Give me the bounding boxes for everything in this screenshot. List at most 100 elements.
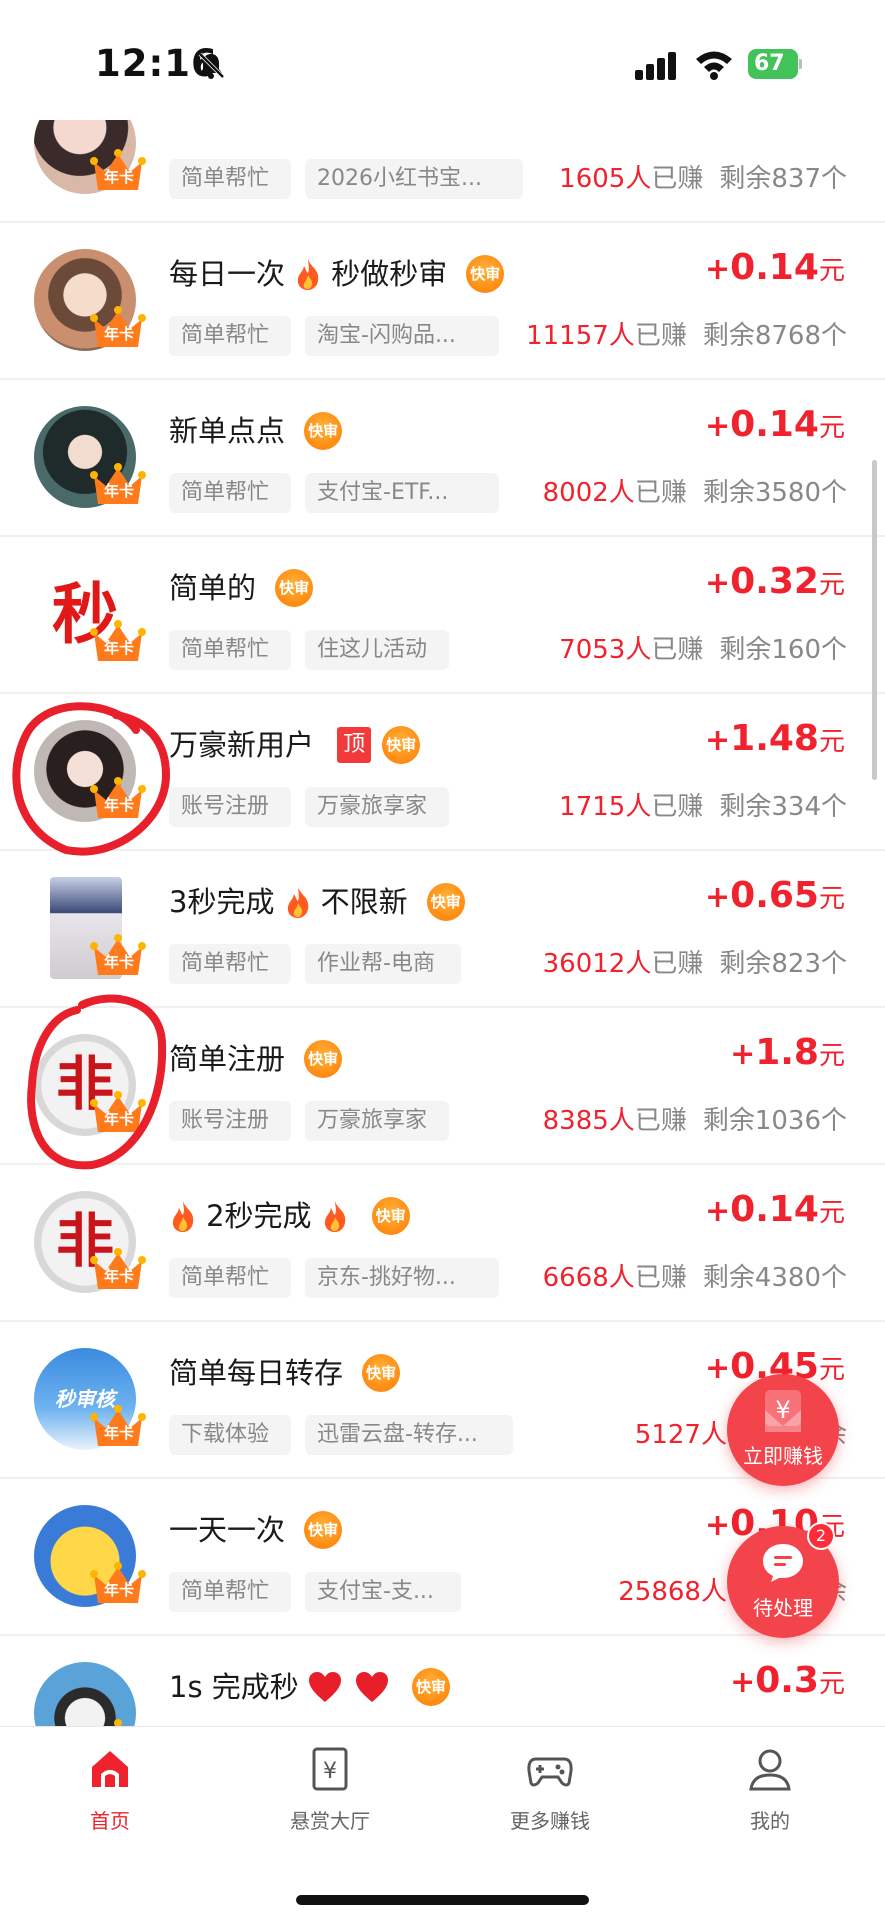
task-reward: +0.14元 (705, 247, 845, 288)
crown-icon: 年卡 (90, 148, 146, 194)
participant-count: 6668人 (542, 1263, 635, 1293)
task-title-line: 简单注册 快审 (169, 1036, 343, 1082)
pinned-badge: 顶 (337, 727, 372, 763)
reward-amount: 0.14 (730, 1189, 819, 1230)
task-row[interactable]: 非 年卡 简单注册 快审 +1.8元 账号注册 万豪旅享家 8385人已赚 剩余1… (0, 1008, 885, 1165)
reward-unit: 元 (818, 1198, 845, 1228)
task-row[interactable]: 年卡 1s 完成秒 快审 +0.3元 (0, 1636, 885, 1726)
fast-review-badge: 快审 (426, 883, 465, 921)
crown-label: 年卡 (103, 1424, 134, 1442)
reward-plus: + (705, 409, 731, 444)
task-title: 2秒完成 (206, 1199, 312, 1233)
task-title: 简单的 (169, 571, 257, 605)
tab-reward-hall[interactable]: ¥ 悬赏大厅 (240, 1745, 420, 1855)
task-title-suffix: 秒做秒审 (331, 257, 448, 291)
remaining-count: 剩余8768个 (702, 321, 847, 351)
fast-review-badge: 快审 (371, 1197, 410, 1235)
task-source-tag: 淘宝-闪购品... (305, 316, 499, 356)
task-title-line: 简单每日转存 快审 (169, 1350, 401, 1396)
task-title-line: 3秒完成 不限新 快审 (169, 879, 465, 925)
pending-label: 待处理 (753, 1596, 813, 1620)
crown-label: 年卡 (103, 953, 134, 971)
gamepad-icon (527, 1757, 573, 1787)
battery-tip (799, 59, 802, 69)
fire-icon (324, 1201, 345, 1232)
pending-button[interactable]: 2 待处理 (727, 1522, 839, 1638)
participant-count: 5127人 (634, 1420, 727, 1450)
participant-count: 1605人 (559, 164, 652, 194)
task-title: 3秒完成 (169, 885, 275, 919)
task-reward: +0.14元 (705, 1189, 845, 1230)
reward-plus: + (705, 1351, 731, 1386)
fast-review-badge: 快审 (304, 1511, 343, 1549)
earn-now-label: 立即赚钱 (743, 1444, 823, 1468)
task-title-line: 简单的 快审 (169, 565, 314, 611)
avatar (34, 1662, 136, 1726)
crown-icon: 年卡 (90, 1247, 146, 1293)
chat-bubble-icon (763, 1544, 803, 1582)
reward-amount: 0.3 (755, 1660, 819, 1701)
task-row[interactable]: 非 年卡 2秒完成 快审 +0.14元 简单帮忙 京东-挑好物... 6668人… (0, 1165, 885, 1322)
scrollbar[interactable] (872, 460, 877, 780)
task-reward: +0.3元 (730, 1660, 845, 1701)
task-row[interactable]: 年卡 每日一次 秒做秒审 快审 +0.14元 简单帮忙 淘宝-闪购品... 11… (0, 223, 885, 380)
crown-icon: 年卡 (90, 1090, 146, 1136)
reward-plus: + (705, 1508, 731, 1543)
tab-profile[interactable]: 我的 (680, 1745, 860, 1855)
task-row[interactable]: 年卡 新单点点 快审 +0.14元 简单帮忙 支付宝-ETF... 8002人已… (0, 380, 885, 537)
task-category-tag: 下载体验 (169, 1415, 291, 1455)
remaining-count: 剩余3580个 (702, 478, 847, 508)
task-stats: 1715人已赚 剩余334个 (559, 787, 847, 827)
reward-unit: 元 (818, 256, 845, 286)
status-bar: 12:16 67 (0, 0, 885, 120)
task-title-line: 每日一次 秒做秒审 快审 (169, 251, 505, 297)
fire-icon (297, 259, 319, 290)
task-category-tag: 简单帮忙 (169, 630, 291, 670)
task-title: 简单注册 (169, 1042, 286, 1076)
fast-review-badge: 快审 (412, 1668, 451, 1706)
participant-count: 8002人 (542, 478, 635, 508)
task-source-tag: 作业帮-电商 (305, 944, 461, 984)
reward-unit: 元 (818, 413, 845, 443)
home-indicator[interactable] (296, 1895, 589, 1905)
reward-amount: 0.65 (730, 875, 819, 916)
tab-more-earn[interactable]: 更多赚钱 (460, 1745, 640, 1855)
user-icon (749, 1749, 791, 1791)
bell-off-icon (198, 52, 225, 79)
reward-amount: 1.48 (730, 718, 819, 759)
task-category-tag: 简单帮忙 (169, 316, 291, 356)
reward-plus: + (705, 566, 731, 601)
earned-label: 已赚 (651, 164, 704, 194)
task-reward: +0.32元 (705, 561, 845, 602)
tab-label: 更多赚钱 (510, 1809, 590, 1833)
fire-icon (287, 887, 308, 918)
earned-label: 已赚 (651, 792, 704, 822)
task-row[interactable]: 秒 年卡 简单的 快审 +0.32元 简单帮忙 住这儿活动 7053人已赚 剩余1… (0, 537, 885, 694)
reward-amount: 1.8 (755, 1032, 819, 1073)
bottom-tab-bar: 首页 ¥ 悬赏大厅 更多赚钱 我的 (0, 1726, 885, 1917)
tab-home[interactable]: 首页 (20, 1745, 200, 1855)
earn-now-button[interactable]: ¥ 立即赚钱 (727, 1374, 839, 1486)
crown-label: 年卡 (103, 639, 134, 657)
task-reward: +0.14元 (705, 404, 845, 445)
task-row[interactable]: 年卡 万豪新用户 顶 快审 +1.48元 账号注册 万豪旅享家 1715人已赚剩… (0, 694, 885, 851)
task-title-line: 1s 完成秒 快审 (169, 1664, 451, 1710)
crown-label: 年卡 (103, 1267, 134, 1285)
task-title: 一天一次 (169, 1513, 286, 1547)
yuan-envelope-icon: ¥ (765, 1390, 801, 1432)
crown-icon: 年卡 (90, 1718, 146, 1726)
task-row[interactable]: 年卡 3秒完成 不限新 快审 +0.65元 简单帮忙 作业帮-电商 36012人… (0, 851, 885, 1008)
crown-label: 年卡 (103, 482, 134, 500)
tab-label: 首页 (90, 1809, 130, 1833)
task-title-line: 2秒完成 快审 (169, 1193, 410, 1239)
reward-plus: + (730, 1665, 756, 1700)
fast-review-badge: 快审 (466, 255, 505, 293)
task-stats: 11157人已赚 剩余8768个 (526, 316, 847, 356)
task-title: 1s 完成秒 (169, 1670, 299, 1704)
task-row[interactable]: 年卡 简单帮忙 2026小红书宝... 1605人已赚 剩余837个 (0, 120, 885, 223)
task-source-tag: 支付宝-支... (305, 1572, 461, 1612)
task-list[interactable]: 年卡 简单帮忙 2026小红书宝... 1605人已赚 剩余837个 年卡 每日一… (0, 120, 885, 1726)
tab-label: 我的 (750, 1809, 790, 1833)
tab-label: 悬赏大厅 (290, 1809, 370, 1833)
yuan-doc-icon: ¥ (312, 1747, 348, 1791)
